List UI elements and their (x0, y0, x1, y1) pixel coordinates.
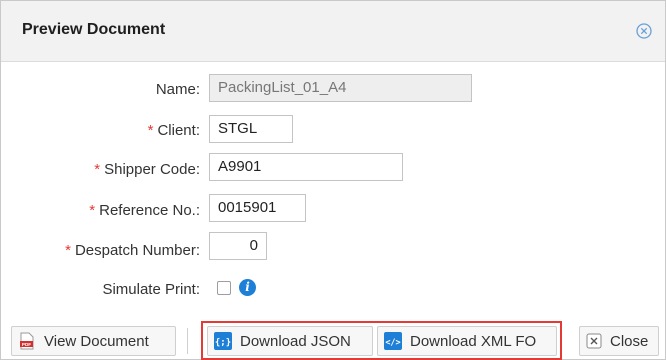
required-asterisk: * (147, 122, 154, 139)
shipper-code-label: * Shipper Code: (94, 161, 200, 178)
close-button[interactable]: Close (579, 326, 659, 356)
view-document-button[interactable]: PDF View Document (11, 326, 176, 356)
despatch-number-label: * Despatch Number: (65, 242, 200, 259)
required-asterisk: * (65, 242, 71, 259)
name-field: PackingList_01_A4 (209, 74, 472, 102)
info-icon[interactable]: i (239, 279, 256, 296)
reference-no-label: * Reference No.: (89, 202, 200, 219)
close-label: Close (610, 332, 649, 350)
simulate-print-checkbox[interactable] (217, 281, 231, 295)
dialog-title: Preview Document (22, 21, 166, 38)
pdf-document-icon: PDF (18, 332, 36, 350)
despatch-number-stepper[interactable]: 0 (209, 232, 267, 260)
preview-document-dialog: Preview Document Name: PackingList_01_A4… (0, 0, 666, 360)
simulate-print-label: Simulate Print: (102, 281, 200, 298)
required-asterisk: * (94, 161, 101, 178)
download-buttons-highlight (201, 321, 562, 360)
client-field[interactable]: STGL (209, 115, 293, 143)
shipper-code-field[interactable]: A9901 (209, 153, 403, 181)
x-box-icon (586, 332, 602, 350)
close-circle-icon[interactable] (636, 23, 652, 39)
client-label: * Client: (147, 122, 200, 139)
name-label: Name: (155, 81, 200, 98)
dialog-header: Preview Document (1, 1, 665, 62)
toolbar-separator (187, 328, 188, 354)
required-asterisk: * (89, 202, 96, 219)
reference-no-field[interactable]: 0015901 (209, 194, 306, 222)
svg-text:PDF: PDF (22, 342, 31, 347)
view-document-label: View Document (44, 332, 149, 350)
